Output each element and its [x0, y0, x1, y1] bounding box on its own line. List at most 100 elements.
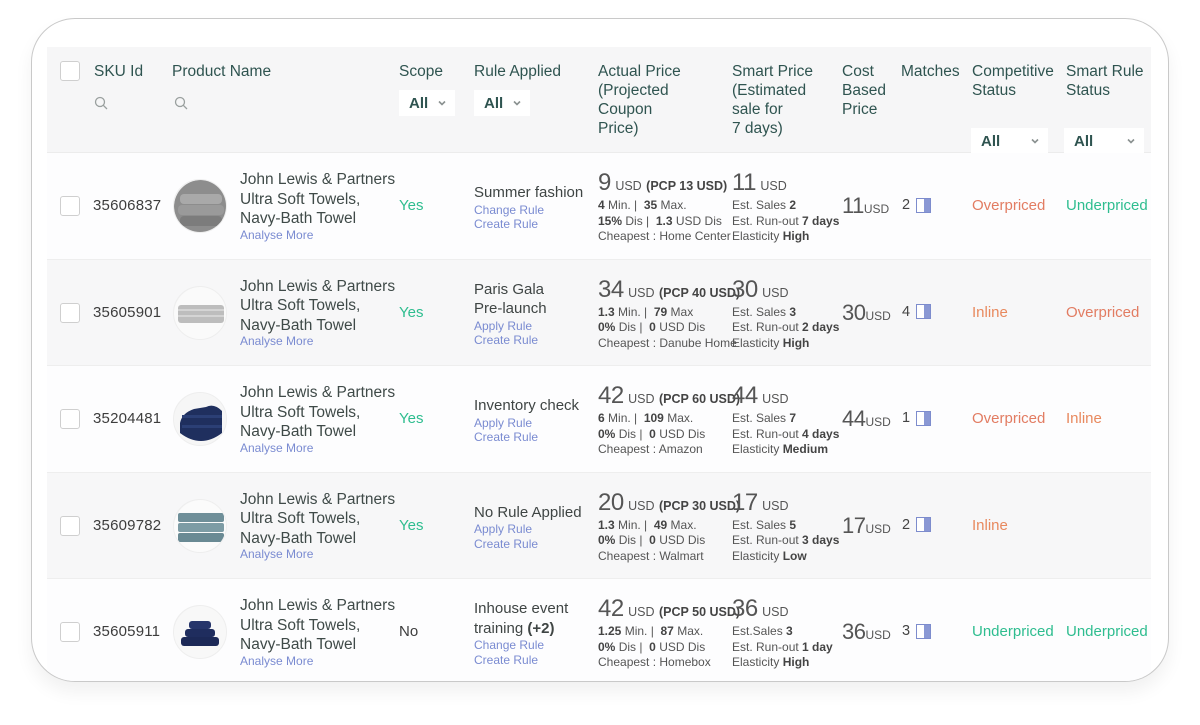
create-rule-link[interactable]: Create Rule [474, 537, 582, 552]
smart-price-cell: 11 USD Est. Sales 2 Est. Run-out 7 days … [732, 171, 839, 245]
elasticity: Elasticity Low [732, 548, 807, 563]
min-max-range: 1.3 Min. | 49 Max. [598, 517, 697, 532]
product-name-line: John Lewis & Partners [240, 277, 396, 295]
cost-price-value: 36 [842, 619, 866, 644]
rule-action-link[interactable]: Change Rule [474, 203, 583, 218]
cheapest-competitor: Cheapest : Walmart [598, 548, 704, 563]
cheapest-competitor: Cheapest : Danube Home [598, 335, 737, 350]
cost-price-currency: USD [863, 202, 890, 216]
product-image[interactable] [173, 285, 227, 340]
product-image[interactable] [173, 605, 227, 659]
product-name-line: Ultra Soft Towels, [240, 510, 361, 527]
min-max-range: 1.3 Min. | 79 Max [598, 304, 694, 319]
min-max-range: 1.25 Min. | 87 Max. [598, 624, 704, 638]
create-rule-link[interactable]: Create Rule [474, 217, 583, 232]
analyse-more-link[interactable]: Analyse More [240, 228, 395, 242]
sku-id: 35605901 [93, 303, 162, 321]
product-image[interactable] [173, 392, 227, 446]
competitive-status-filter-dropdown[interactable]: All [971, 128, 1048, 154]
rule-action-link[interactable]: Apply Rule [474, 416, 579, 431]
create-rule-link[interactable]: Create Rule [474, 333, 547, 348]
matches-cell[interactable]: 2 [902, 197, 932, 213]
actual-price-currency: USD [628, 498, 655, 513]
actual-price-currency: USD [615, 179, 642, 193]
actual-price-value: 42 [598, 382, 624, 409]
search-icon[interactable] [94, 96, 108, 110]
matches-panel-icon[interactable] [916, 304, 932, 319]
header-competitive-status: Competitive Status [972, 63, 1054, 99]
table-row[interactable]: 35204481 John Lewis & Partners Ultra Sof… [47, 366, 1151, 473]
matches-cell[interactable]: 4 [902, 304, 932, 320]
matches-cell[interactable]: 1 [902, 410, 932, 426]
discount-info: 0% Dis | 0 USD Dis [598, 639, 706, 654]
header-matches: Matches [901, 63, 960, 80]
competitive-status: Inline [972, 516, 1008, 534]
actual-price-cell: 42 USD (PCP 60 USD) 6 Min. | 109 Max. 0%… [598, 384, 740, 458]
rule-extra-count[interactable]: (+2) [523, 620, 554, 637]
table-row[interactable]: 35606837 John Lewis & Partners Ultra Sof… [47, 153, 1151, 260]
product-image[interactable] [173, 498, 227, 553]
select-all-checkbox[interactable] [60, 61, 80, 81]
smart-rule-status: Underpriced [1066, 623, 1148, 640]
cost-price-currency: USD [865, 308, 891, 323]
table-row[interactable]: 35609782 John Lewis & Partners Ultra Sof… [47, 472, 1151, 579]
create-rule-link[interactable]: Create Rule [474, 653, 568, 668]
scope-filter-dropdown[interactable]: All [399, 90, 455, 116]
projected-coupon-price: (PCP 50 USD) [659, 605, 741, 619]
rule-name: Inventory check [474, 396, 579, 416]
cost-based-price-cell: 17USD [842, 513, 891, 539]
min-max-range: 4 Min. | 35 Max. [598, 198, 687, 212]
product-name-line: Ultra Soft Towels, [240, 190, 361, 208]
matches-panel-icon[interactable] [916, 517, 932, 532]
row-checkbox[interactable] [60, 622, 80, 642]
estimated-runout: Est. Run-out 7 days [732, 213, 840, 228]
rule-cell: Summer fashion Change Rule Create Rule [474, 183, 583, 232]
actual-price-currency: USD [628, 285, 655, 300]
estimated-sales: Est. Sales 5 [732, 517, 797, 532]
product-name-line: John Lewis & Partners [240, 384, 396, 401]
matches-cell[interactable]: 3 [902, 623, 932, 639]
cost-price-currency: USD [865, 415, 891, 429]
row-checkbox[interactable] [60, 409, 80, 429]
discount-info: 0% Dis | 0 USD Dis [598, 320, 706, 334]
matches-cell[interactable]: 2 [902, 517, 932, 533]
header-cost-based-price: Cost Based Price [842, 63, 886, 118]
table-row[interactable]: 35605901 John Lewis & Partners Ultra Sof… [47, 259, 1151, 366]
row-checkbox[interactable] [60, 196, 80, 216]
rule-action-link[interactable]: Apply Rule [474, 319, 547, 334]
cost-price-currency: USD [865, 628, 891, 642]
search-icon[interactable] [174, 96, 188, 110]
cost-based-price-cell: 30USD [842, 300, 891, 326]
estimated-sales: Est. Sales 3 [732, 304, 797, 319]
analyse-more-link[interactable]: Analyse More [240, 335, 395, 348]
cost-based-price-cell: 11USD [842, 193, 889, 219]
smart-rule-status: Overpriced [1066, 303, 1140, 321]
product-image[interactable] [173, 179, 227, 233]
scope-filter-value: All [409, 94, 429, 112]
cheapest-competitor: Cheapest : Amazon [598, 442, 703, 456]
analyse-more-link[interactable]: Analyse More [240, 654, 395, 668]
rule-name: Inhouse event training (+2) [474, 599, 568, 638]
analyse-more-link[interactable]: Analyse More [240, 441, 395, 455]
header-actual-price: Actual Price (Projected Coupon Price) [598, 63, 681, 137]
matches-panel-icon[interactable] [916, 623, 932, 639]
create-rule-link[interactable]: Create Rule [474, 430, 579, 445]
analyse-more-link[interactable]: Analyse More [240, 548, 395, 561]
discount-info: 0% Dis | 0 USD Dis [598, 533, 706, 547]
estimated-runout: Est. Run-out 1 day [732, 639, 833, 654]
row-checkbox[interactable] [60, 302, 80, 323]
rule-name: Summer fashion [474, 183, 583, 203]
rule-filter-dropdown[interactable]: All [474, 90, 530, 116]
rule-action-link[interactable]: Change Rule [474, 638, 568, 653]
matches-panel-icon[interactable] [916, 197, 932, 213]
product-name-line: Ultra Soft Towels, [240, 297, 361, 314]
table-row[interactable]: 35605911 John Lewis & Partners Ultra Sof… [47, 579, 1151, 681]
smart-rule-status-filter-dropdown[interactable]: All [1064, 128, 1144, 154]
rule-name-line: Pre-launch [474, 300, 547, 317]
row-checkbox[interactable] [60, 515, 80, 536]
scope-value: Yes [399, 516, 424, 534]
matches-panel-icon[interactable] [916, 410, 932, 426]
actual-price-currency: USD [628, 605, 655, 619]
rule-action-link[interactable]: Apply Rule [474, 522, 582, 537]
smart-price-currency: USD [762, 285, 789, 300]
